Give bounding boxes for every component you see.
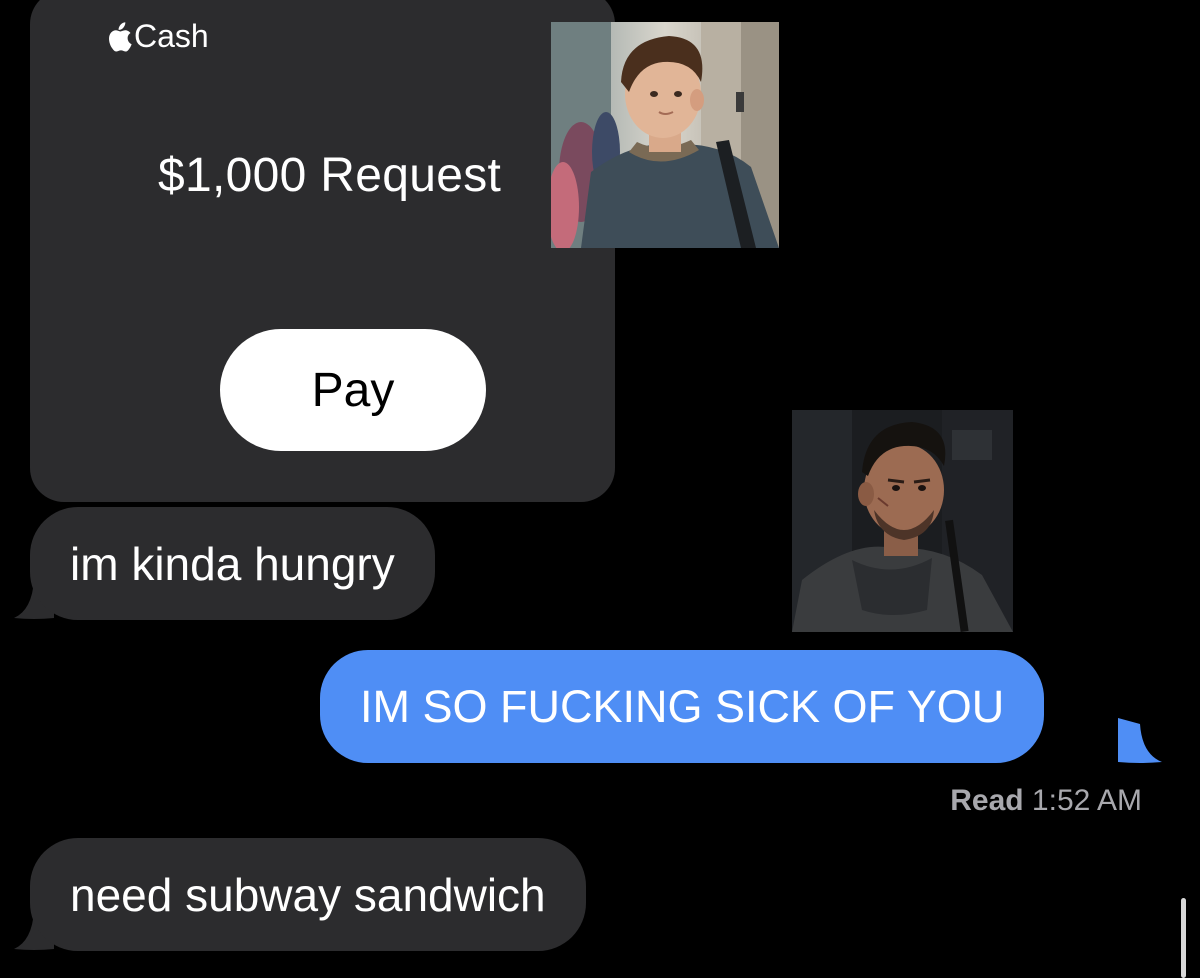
apple-cash-request-card[interactable]: Cash $1,000 Request Pay (30, 0, 615, 502)
sent-bubble-tail (1118, 718, 1162, 763)
read-label: Read (950, 784, 1024, 817)
message-bubble-sent[interactable]: IM SO FUCKING SICK OF YOU (320, 650, 1045, 763)
read-time: 1:52 AM (1031, 784, 1142, 817)
cash-brand-label: Cash (134, 18, 209, 54)
message-text: need subway sandwich (70, 868, 546, 921)
read-receipt: Read 1:52 AM (950, 784, 1142, 818)
pay-button[interactable]: Pay (220, 329, 486, 451)
message-text: im kinda hungry (70, 537, 395, 590)
message-text: IM SO FUCKING SICK OF YOU (360, 680, 1005, 732)
request-amount: $1,000 Request (158, 149, 502, 202)
reaction-photo-angry-man[interactable] (792, 410, 1013, 632)
apple-cash-brand: Cash (106, 18, 209, 55)
apple-logo-icon (109, 21, 132, 52)
message-bubble-received[interactable]: im kinda hungry (30, 507, 435, 620)
scroll-indicator[interactable] (1181, 898, 1186, 978)
reaction-photo-young-man[interactable] (551, 22, 779, 248)
message-bubble-received[interactable]: need subway sandwich (30, 838, 586, 951)
